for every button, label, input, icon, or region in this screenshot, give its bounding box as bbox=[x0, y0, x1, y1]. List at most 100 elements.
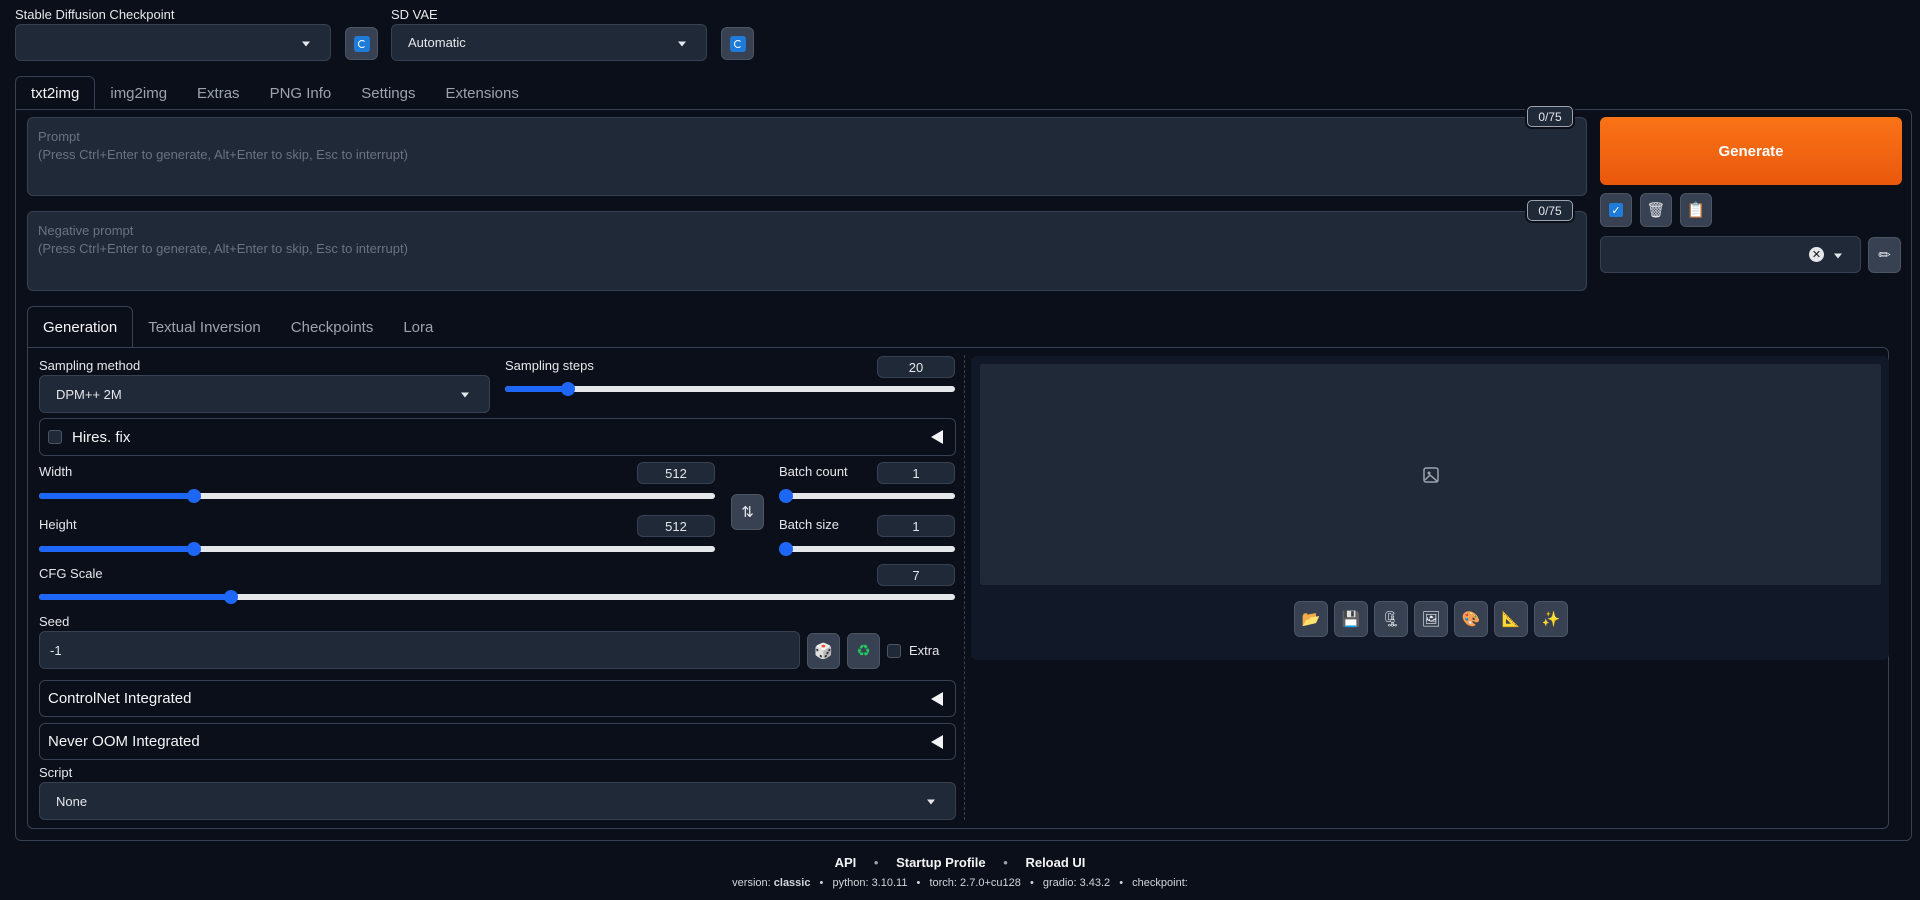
api-link[interactable]: API bbox=[835, 855, 857, 870]
controlnet-accordion[interactable]: ControlNet Integrated bbox=[39, 680, 956, 717]
batch-size-label: Batch size bbox=[779, 517, 839, 532]
separator: • bbox=[1029, 877, 1034, 889]
width-label: Width bbox=[39, 464, 73, 479]
reload-ui-link[interactable]: Reload UI bbox=[1025, 855, 1085, 870]
separator: • bbox=[1119, 877, 1124, 889]
show-extra-networks-button[interactable]: ✓ bbox=[1600, 193, 1632, 227]
refresh-checkpoint-button[interactable] bbox=[345, 27, 378, 60]
hires-fix-accordion[interactable]: Hires. fix bbox=[39, 418, 956, 456]
batch-size-input[interactable]: 1 bbox=[877, 515, 955, 537]
extra-seed-label: Extra bbox=[909, 643, 940, 658]
seed-input[interactable]: -1 bbox=[39, 631, 800, 669]
height-slider[interactable] bbox=[39, 542, 715, 556]
main-tabs: txt2img img2img Extras PNG Info Settings… bbox=[15, 76, 534, 110]
tab-extras[interactable]: Extras bbox=[182, 76, 255, 110]
upscale-button[interactable]: ✨ bbox=[1534, 601, 1568, 637]
tab-checkpoints[interactable]: Checkpoints bbox=[276, 306, 389, 348]
sampling-method-dropdown[interactable]: DPM++ 2M bbox=[39, 375, 490, 413]
zip-button[interactable]: 🗜 bbox=[1374, 601, 1408, 637]
prompt-placeholder-title: Prompt bbox=[38, 129, 80, 144]
cfg-scale-input[interactable]: 7 bbox=[877, 564, 955, 586]
vae-label: SD VAE bbox=[391, 7, 438, 22]
open-folder-button[interactable]: 📂 bbox=[1294, 601, 1328, 637]
torch-version: torch: 2.7.0+cu128 bbox=[929, 877, 1021, 889]
tab-txt2img[interactable]: txt2img bbox=[15, 76, 96, 110]
batch-size-slider[interactable] bbox=[779, 542, 955, 556]
extra-seed-checkbox[interactable] bbox=[887, 644, 901, 658]
checkpoint-dropdown[interactable] bbox=[15, 24, 331, 61]
sampling-steps-input[interactable]: 20 bbox=[877, 356, 955, 378]
styles-dropdown[interactable]: ✕ bbox=[1600, 236, 1861, 273]
chevron-down-icon bbox=[678, 41, 686, 46]
never-oom-accordion[interactable]: Never OOM Integrated bbox=[39, 723, 956, 760]
batch-count-input[interactable]: 1 bbox=[877, 462, 955, 484]
refresh-icon bbox=[353, 35, 370, 52]
batch-count-label: Batch count bbox=[779, 464, 848, 479]
send-to-extras-button[interactable]: 📐 bbox=[1494, 601, 1528, 637]
tab-extensions[interactable]: Extensions bbox=[430, 76, 533, 110]
python-version: python: 3.10.11 bbox=[832, 877, 908, 889]
height-input[interactable]: 512 bbox=[637, 515, 715, 537]
batch-count-slider[interactable] bbox=[779, 489, 955, 503]
width-input[interactable]: 512 bbox=[637, 462, 715, 484]
save-button[interactable]: 💾 bbox=[1334, 601, 1368, 637]
clipboard-icon: 📋 bbox=[1686, 202, 1706, 219]
output-toolbar: 📂 💾 🗜 🖼 🎨 📐 ✨ bbox=[1294, 601, 1568, 637]
swap-dimensions-button[interactable]: ⇅ bbox=[731, 494, 764, 530]
generate-button[interactable]: Generate bbox=[1600, 117, 1902, 185]
slider-thumb[interactable] bbox=[561, 382, 575, 396]
width-slider[interactable] bbox=[39, 489, 715, 503]
separator: • bbox=[819, 877, 824, 889]
recycle-icon: ♻ bbox=[856, 643, 871, 660]
column-divider bbox=[964, 355, 965, 820]
never-oom-label: Never OOM Integrated bbox=[48, 733, 200, 750]
script-label: Script bbox=[39, 765, 73, 780]
edit-styles-button[interactable]: ✏ bbox=[1868, 237, 1901, 273]
hires-fix-checkbox[interactable] bbox=[48, 430, 62, 444]
refresh-vae-button[interactable] bbox=[721, 27, 754, 60]
prompt-token-counter: 0/75 bbox=[1527, 106, 1573, 127]
vae-dropdown[interactable]: Automatic bbox=[391, 24, 707, 61]
chevron-down-icon bbox=[1834, 253, 1842, 258]
ruler-icon: 📐 bbox=[1501, 611, 1521, 628]
slider-thumb[interactable] bbox=[779, 542, 793, 556]
cfg-scale-slider[interactable] bbox=[39, 590, 955, 604]
tab-generation[interactable]: Generation bbox=[27, 306, 134, 348]
prompt-placeholder-hint: (Press Ctrl+Enter to generate, Alt+Enter… bbox=[38, 147, 408, 162]
chevron-down-icon bbox=[927, 799, 935, 805]
checkpoint-info: checkpoint: bbox=[1132, 877, 1188, 889]
collapse-triangle-icon bbox=[931, 734, 943, 749]
dice-icon: 🎲 bbox=[814, 643, 833, 660]
paste-prompt-button[interactable]: 📋 bbox=[1680, 193, 1712, 227]
sampling-method-value: DPM++ 2M bbox=[56, 386, 122, 402]
hires-fix-label: Hires. fix bbox=[72, 428, 131, 446]
slider-thumb[interactable] bbox=[779, 489, 793, 503]
output-gallery bbox=[980, 364, 1881, 585]
tab-textual-inversion[interactable]: Textual Inversion bbox=[133, 306, 276, 348]
slider-fill bbox=[39, 493, 195, 499]
image-icon: 🖼 bbox=[1421, 611, 1441, 628]
startup-profile-link[interactable]: Startup Profile bbox=[896, 855, 986, 870]
negative-prompt-token-counter: 0/75 bbox=[1527, 200, 1573, 221]
refresh-icon bbox=[729, 35, 746, 52]
tab-lora[interactable]: Lora bbox=[388, 306, 448, 348]
reuse-seed-button[interactable]: ♻ bbox=[847, 633, 880, 669]
tab-png-info[interactable]: PNG Info bbox=[255, 76, 347, 110]
sampling-steps-slider[interactable] bbox=[505, 382, 955, 396]
tab-settings[interactable]: Settings bbox=[346, 76, 430, 110]
clear-prompt-button[interactable]: 🗑 bbox=[1640, 193, 1672, 227]
negative-prompt-textarea[interactable]: Negative prompt (Press Ctrl+Enter to gen… bbox=[27, 211, 1587, 291]
send-to-inpaint-button[interactable]: 🎨 bbox=[1454, 601, 1488, 637]
slider-fill bbox=[39, 594, 232, 600]
script-dropdown[interactable]: None bbox=[39, 782, 956, 820]
tab-img2img[interactable]: img2img bbox=[95, 76, 182, 110]
checkbox-icon: ✓ bbox=[1609, 203, 1623, 217]
prompt-textarea[interactable]: Prompt (Press Ctrl+Enter to generate, Al… bbox=[27, 117, 1587, 196]
clear-styles-icon[interactable]: ✕ bbox=[1809, 247, 1824, 262]
negative-prompt-placeholder-hint: (Press Ctrl+Enter to generate, Alt+Enter… bbox=[38, 241, 408, 256]
folder-icon: 📂 bbox=[1301, 611, 1321, 628]
send-to-img2img-button[interactable]: 🖼 bbox=[1414, 601, 1448, 637]
random-seed-button[interactable]: 🎲 bbox=[807, 633, 840, 669]
pencil-icon: ✏ bbox=[1878, 247, 1891, 264]
collapse-triangle-icon bbox=[931, 430, 943, 444]
